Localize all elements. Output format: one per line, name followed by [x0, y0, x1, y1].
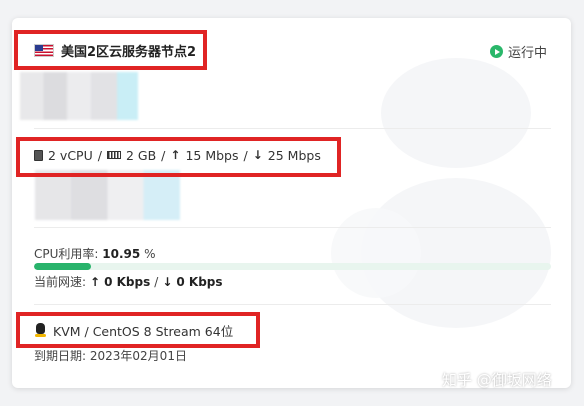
arrow-down-icon: ↓	[162, 274, 173, 289]
network-speed-title: 当前网速:	[34, 275, 87, 289]
separator: /	[161, 147, 166, 163]
cpu-usage-title: CPU利用率:	[34, 247, 99, 261]
separator: /	[97, 147, 102, 163]
expire-value: 2023年02月01日	[89, 349, 187, 363]
expire-date: 到期日期: 2023年02月01日	[34, 347, 187, 364]
linux-icon	[33, 323, 48, 338]
download-spec: 25 Mbps	[267, 147, 321, 163]
arrow-up-icon: ↑	[90, 274, 101, 289]
divider	[34, 304, 551, 305]
divider	[34, 227, 551, 228]
cpu-usage-unit: %	[144, 247, 156, 261]
status-label: 运行中	[508, 46, 548, 61]
running-icon	[490, 45, 503, 58]
os-info: KVM / CentOS 8 Stream 64位	[33, 321, 233, 340]
background-decoration	[331, 208, 421, 298]
cpu-progress-bar	[34, 263, 551, 270]
cpu-spec: 2 vCPU	[48, 147, 93, 163]
os-label: KVM / CentOS 8 Stream 64位	[53, 324, 234, 339]
background-decoration	[381, 58, 531, 168]
cpu-usage-value: 10.95	[102, 247, 141, 261]
us-flag-icon	[34, 43, 54, 57]
status-indicator: 运行中	[490, 42, 547, 61]
separator: /	[243, 147, 248, 163]
cpu-icon	[34, 149, 43, 161]
cpu-usage-label: CPU利用率: 10.95 %	[34, 245, 155, 262]
separator: /	[154, 274, 159, 289]
arrow-down-icon: ↓	[252, 148, 263, 162]
watermark: 知乎 @御坂网络	[442, 371, 552, 389]
server-name: 美国2区云服务器节点2	[61, 44, 197, 60]
server-specs: 2 vCPU / 2 GB / ↑ 15 Mbps / ↓ 25 Mbps	[34, 147, 321, 163]
redacted-ip-block	[20, 72, 138, 120]
cpu-progress-fill	[34, 263, 91, 270]
network-down-value: 0 Kbps	[176, 274, 223, 289]
network-speed: 当前网速: ↑ 0 Kbps / ↓ 0 Kbps	[34, 273, 223, 290]
ram-spec: 2 GB	[125, 147, 157, 163]
memory-icon	[106, 151, 121, 159]
redacted-info-block	[35, 170, 180, 220]
server-title-row[interactable]: 美国2区云服务器节点2	[34, 41, 197, 60]
arrow-up-icon: ↑	[170, 148, 181, 162]
upload-spec: 15 Mbps	[185, 147, 239, 163]
network-up-value: 0 Kbps	[104, 274, 151, 289]
expire-label: 到期日期:	[34, 349, 87, 363]
divider	[34, 128, 551, 129]
